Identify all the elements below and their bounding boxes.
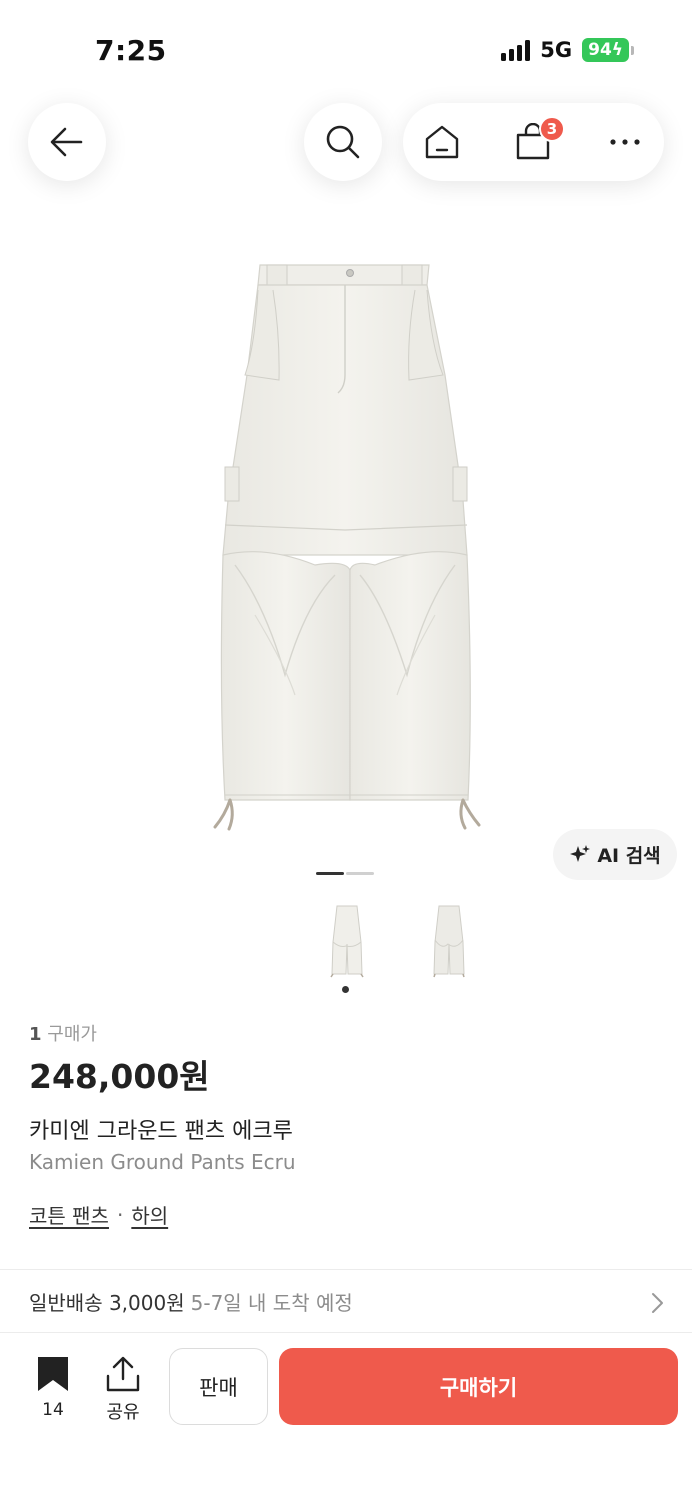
chevron-right-icon <box>652 1293 663 1313</box>
ai-search-button[interactable]: AI 검색 <box>553 829 677 880</box>
bookmark-button[interactable]: 14 <box>28 1356 78 1420</box>
product-name-english: Kamien Ground Pants Ecru <box>29 1150 296 1174</box>
status-time: 7:25 <box>95 34 167 67</box>
thumbnail-pants-front <box>330 905 364 978</box>
status-indicators: 5G 94ϟ <box>501 38 634 62</box>
cart-badge: 3 <box>539 116 565 142</box>
bookmark-icon <box>38 1357 68 1391</box>
tag-separator: · <box>116 1202 124 1227</box>
buy-button[interactable]: 구매하기 <box>279 1348 678 1425</box>
more-horizontal-icon <box>610 139 640 145</box>
network-type: 5G <box>540 38 573 62</box>
share-label: 공유 <box>106 1402 140 1423</box>
thumbnail-strip <box>318 900 478 982</box>
bookmark-count: 14 <box>42 1400 64 1420</box>
category-tags: 코튼 팬츠 · 하의 <box>29 1200 168 1229</box>
battery-icon: 94ϟ <box>582 38 634 62</box>
purchase-count-number: 1 <box>29 1024 42 1045</box>
thumbnail-2[interactable] <box>420 900 478 982</box>
home-button[interactable] <box>422 122 462 162</box>
tag-bottoms[interactable]: 하의 <box>131 1200 168 1229</box>
share-icon <box>106 1356 140 1392</box>
thumbnail-pants-back <box>433 905 465 978</box>
share-button[interactable]: 공유 <box>97 1356 149 1424</box>
shipping-info: 일반배송 3,000원 <box>29 1290 185 1315</box>
sell-button[interactable]: 판매 <box>169 1348 268 1425</box>
pants-illustration <box>213 264 481 831</box>
home-icon <box>425 125 459 159</box>
thumbnail-1[interactable] <box>318 900 376 982</box>
image-pager <box>316 872 374 875</box>
product-image[interactable] <box>195 255 495 835</box>
pager-indicator-active <box>316 872 344 875</box>
back-button[interactable] <box>28 103 106 181</box>
status-bar: 7:25 5G 94ϟ <box>0 0 692 100</box>
ai-search-label: AI 검색 <box>597 845 661 867</box>
shipping-row[interactable]: 일반배송 3,000원 5-7일 내 도착 예정 <box>0 1270 692 1332</box>
purchase-count-label: 구매가 <box>47 1024 97 1045</box>
purchase-count: 1 구매가 <box>29 1020 97 1046</box>
more-button[interactable] <box>605 122 645 162</box>
product-price: 248,000원 <box>29 1057 210 1096</box>
cart-button[interactable]: 3 <box>513 116 565 162</box>
arrow-left-icon <box>50 127 83 157</box>
divider <box>0 1332 692 1333</box>
signal-icon <box>501 39 531 61</box>
sparkle-icon <box>570 844 591 862</box>
battery-level: 94ϟ <box>582 38 629 62</box>
thumbnail-selected-dot <box>342 986 349 993</box>
product-name-korean: 카미엔 그라운드 팬츠 에크루 <box>29 1119 293 1144</box>
pager-indicator <box>346 872 374 875</box>
top-nav-group: 3 <box>403 103 664 181</box>
search-button[interactable] <box>304 103 382 181</box>
shipping-eta: 5-7일 내 도착 예정 <box>190 1290 353 1315</box>
search-icon <box>326 125 360 159</box>
tag-cotton-pants[interactable]: 코튼 팬츠 <box>29 1200 109 1229</box>
